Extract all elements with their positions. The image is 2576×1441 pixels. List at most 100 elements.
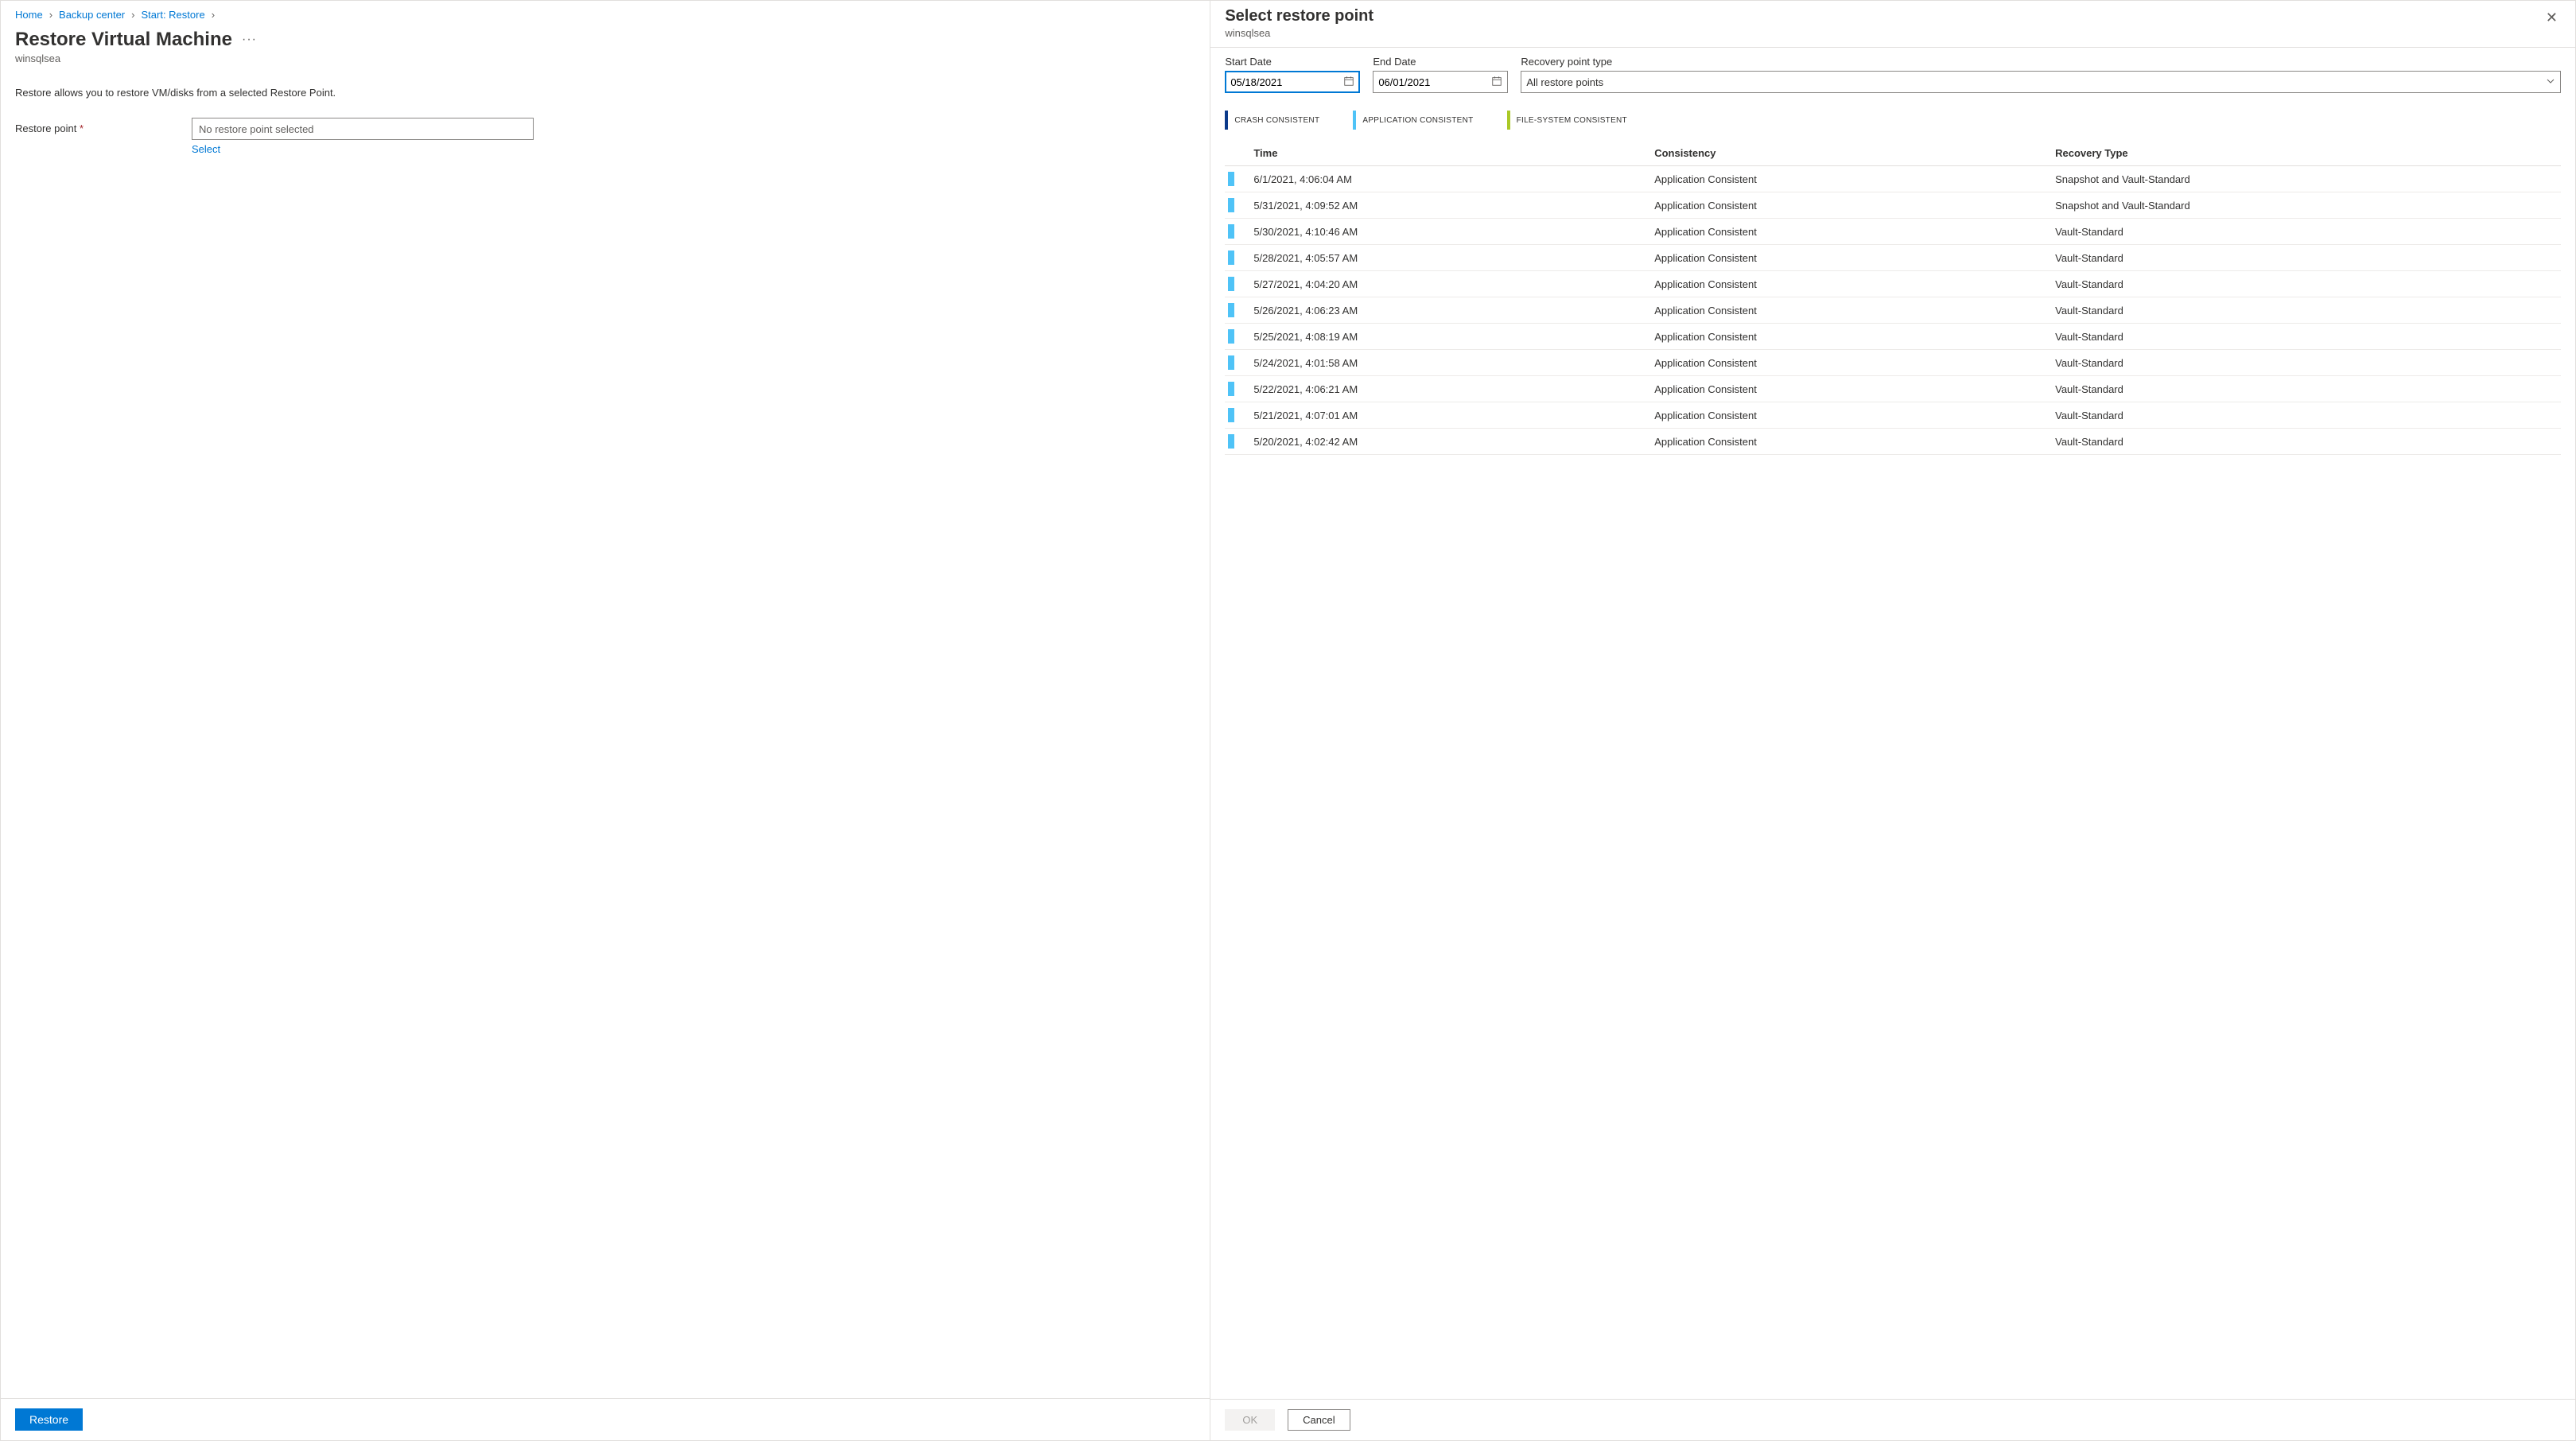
chevron-right-icon: ›	[208, 9, 218, 21]
cell-consistency: Application Consistent	[1649, 324, 2050, 350]
restore-point-value: No restore point selected	[199, 123, 314, 135]
cell-time: 5/27/2021, 4:04:20 AM	[1249, 271, 1649, 297]
start-date-input[interactable]	[1225, 71, 1360, 93]
consistency-legend: CRASH CONSISTENT APPLICATION CONSISTENT …	[1225, 111, 2561, 130]
cell-time: 5/25/2021, 4:08:19 AM	[1249, 324, 1649, 350]
cell-consistency: Application Consistent	[1649, 192, 2050, 219]
ok-button: OK	[1225, 1409, 1275, 1431]
chevron-down-icon	[2546, 76, 2555, 88]
start-date-label: Start Date	[1225, 56, 1360, 68]
consistency-bar-icon	[1228, 198, 1234, 212]
select-restore-point-link[interactable]: Select	[192, 143, 220, 155]
cell-recovery-type: Vault-Standard	[2050, 402, 2561, 429]
cell-recovery-type: Vault-Standard	[2050, 297, 2561, 324]
more-actions-button[interactable]: ···	[242, 33, 257, 47]
consistency-bar-icon	[1228, 408, 1234, 422]
cell-recovery-type: Snapshot and Vault-Standard	[2050, 192, 2561, 219]
table-row[interactable]: 5/25/2021, 4:08:19 AMApplication Consist…	[1225, 324, 2561, 350]
legend-crash-consistent: CRASH CONSISTENT	[1225, 111, 1319, 130]
restore-button[interactable]: Restore	[15, 1408, 83, 1431]
consistency-bar-icon	[1228, 382, 1234, 396]
end-date-value[interactable]	[1378, 76, 1491, 88]
restore-points-table: Time Consistency Recovery Type 6/1/2021,…	[1225, 141, 2561, 455]
col-consistency[interactable]: Consistency	[1649, 141, 2050, 166]
breadcrumb-backup-center[interactable]: Backup center	[59, 9, 125, 21]
panel-subtitle: winsqlsea	[1225, 27, 2543, 39]
cell-consistency: Application Consistent	[1649, 376, 2050, 402]
table-row[interactable]: 5/22/2021, 4:06:21 AMApplication Consist…	[1225, 376, 2561, 402]
end-date-label: End Date	[1373, 56, 1508, 68]
cell-time: 5/30/2021, 4:10:46 AM	[1249, 219, 1649, 245]
chevron-right-icon: ›	[128, 9, 138, 21]
breadcrumb: Home › Backup center › Start: Restore ›	[15, 9, 1195, 21]
consistency-bar-icon	[1228, 277, 1234, 291]
calendar-icon[interactable]	[1491, 76, 1502, 89]
col-recovery-type[interactable]: Recovery Type	[2050, 141, 2561, 166]
table-row[interactable]: 5/21/2021, 4:07:01 AMApplication Consist…	[1225, 402, 2561, 429]
cell-consistency: Application Consistent	[1649, 245, 2050, 271]
cell-time: 5/31/2021, 4:09:52 AM	[1249, 192, 1649, 219]
cell-consistency: Application Consistent	[1649, 297, 2050, 324]
start-date-value[interactable]	[1230, 76, 1343, 88]
cell-time: 5/24/2021, 4:01:58 AM	[1249, 350, 1649, 376]
cell-consistency: Application Consistent	[1649, 350, 2050, 376]
table-row[interactable]: 5/31/2021, 4:09:52 AMApplication Consist…	[1225, 192, 2561, 219]
panel-title: Select restore point	[1225, 7, 2543, 25]
recovery-type-label: Recovery point type	[1521, 56, 2561, 68]
cell-time: 5/21/2021, 4:07:01 AM	[1249, 402, 1649, 429]
recovery-type-value: All restore points	[1526, 76, 1603, 88]
consistency-bar-icon	[1228, 303, 1234, 317]
legend-bar-icon	[1507, 111, 1510, 130]
breadcrumb-home[interactable]: Home	[15, 9, 43, 21]
legend-bar-icon	[1225, 111, 1228, 130]
table-row[interactable]: 6/1/2021, 4:06:04 AMApplication Consiste…	[1225, 166, 2561, 192]
cell-consistency: Application Consistent	[1649, 219, 2050, 245]
cell-time: 5/22/2021, 4:06:21 AM	[1249, 376, 1649, 402]
cell-recovery-type: Vault-Standard	[2050, 324, 2561, 350]
legend-bar-icon	[1353, 111, 1356, 130]
cell-consistency: Application Consistent	[1649, 166, 2050, 192]
cell-consistency: Application Consistent	[1649, 429, 2050, 455]
table-row[interactable]: 5/26/2021, 4:06:23 AMApplication Consist…	[1225, 297, 2561, 324]
consistency-bar-icon	[1228, 434, 1234, 449]
calendar-icon[interactable]	[1343, 76, 1354, 89]
cell-recovery-type: Vault-Standard	[2050, 219, 2561, 245]
consistency-bar-icon	[1228, 251, 1234, 265]
restore-point-field[interactable]: No restore point selected	[192, 118, 534, 140]
select-restore-point-panel: Select restore point winsqlsea ✕ Start D…	[1210, 0, 2576, 1441]
restore-vm-pane: Home › Backup center › Start: Restore › …	[0, 0, 1210, 1441]
cell-time: 6/1/2021, 4:06:04 AM	[1249, 166, 1649, 192]
table-row[interactable]: 5/20/2021, 4:02:42 AMApplication Consist…	[1225, 429, 2561, 455]
cell-consistency: Application Consistent	[1649, 271, 2050, 297]
breadcrumb-start-restore[interactable]: Start: Restore	[141, 9, 204, 21]
cell-recovery-type: Vault-Standard	[2050, 350, 2561, 376]
cell-time: 5/20/2021, 4:02:42 AM	[1249, 429, 1649, 455]
consistency-bar-icon	[1228, 172, 1234, 186]
consistency-bar-icon	[1228, 355, 1234, 370]
restore-point-label: Restore point *	[15, 118, 182, 134]
consistency-bar-icon	[1228, 224, 1234, 239]
legend-application-consistent: APPLICATION CONSISTENT	[1353, 111, 1473, 130]
intro-text: Restore allows you to restore VM/disks f…	[15, 87, 1195, 99]
cell-recovery-type: Vault-Standard	[2050, 271, 2561, 297]
table-row[interactable]: 5/30/2021, 4:10:46 AMApplication Consist…	[1225, 219, 2561, 245]
cell-recovery-type: Vault-Standard	[2050, 245, 2561, 271]
legend-filesystem-consistent: FILE-SYSTEM CONSISTENT	[1507, 111, 1627, 130]
close-icon[interactable]: ✕	[2543, 7, 2561, 28]
cancel-button[interactable]: Cancel	[1288, 1409, 1350, 1431]
consistency-bar-icon	[1228, 329, 1234, 344]
col-time[interactable]: Time	[1249, 141, 1649, 166]
recovery-type-select[interactable]: All restore points	[1521, 71, 2561, 93]
chevron-right-icon: ›	[46, 9, 56, 21]
table-row[interactable]: 5/24/2021, 4:01:58 AMApplication Consist…	[1225, 350, 2561, 376]
cell-recovery-type: Snapshot and Vault-Standard	[2050, 166, 2561, 192]
table-row[interactable]: 5/27/2021, 4:04:20 AMApplication Consist…	[1225, 271, 2561, 297]
cell-recovery-type: Vault-Standard	[2050, 429, 2561, 455]
page-subtitle: winsqlsea	[15, 52, 1195, 64]
cell-time: 5/26/2021, 4:06:23 AM	[1249, 297, 1649, 324]
cell-recovery-type: Vault-Standard	[2050, 376, 2561, 402]
cell-time: 5/28/2021, 4:05:57 AM	[1249, 245, 1649, 271]
table-row[interactable]: 5/28/2021, 4:05:57 AMApplication Consist…	[1225, 245, 2561, 271]
cell-consistency: Application Consistent	[1649, 402, 2050, 429]
end-date-input[interactable]	[1373, 71, 1508, 93]
